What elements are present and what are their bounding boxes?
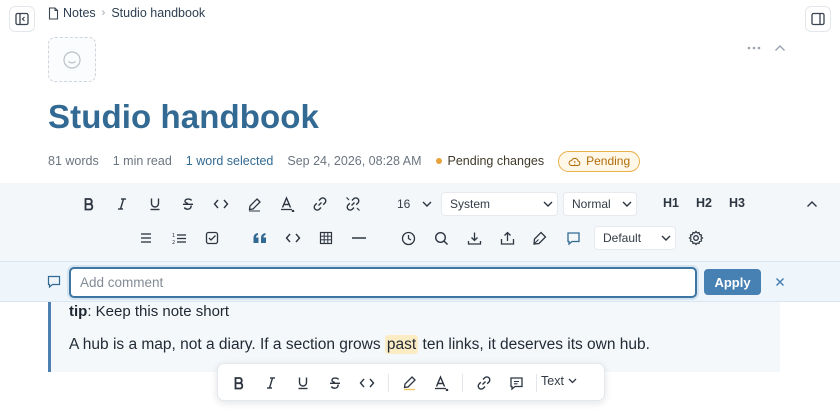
toggle-left-sidebar-button[interactable] [9,6,35,32]
toggle-right-sidebar-button[interactable] [805,6,831,32]
svg-text:2: 2 [172,240,175,245]
svg-text:1: 1 [172,233,175,239]
tip-text: : Keep this note short [87,303,230,320]
paragraph-text-before: A hub is a map, not a diary. If a sectio… [69,336,385,353]
comment-icon[interactable] [560,225,586,251]
text-color-icon[interactable] [274,191,300,217]
paragraph-style-select[interactable]: Normal [563,192,637,216]
heading-2-button[interactable]: H2 [696,196,712,210]
page-title[interactable]: Studio handbook [48,98,319,136]
word-count: 81 words [48,154,99,168]
underline-icon[interactable] [142,191,168,217]
download-icon[interactable] [461,225,487,251]
comment-bar: Apply [0,261,840,302]
theme-select[interactable]: Default [594,226,676,250]
blockquote-icon[interactable] [247,225,273,251]
toolbar-divider [536,374,537,392]
chevron-down-icon [568,378,577,384]
text-type-label: Text [541,374,564,388]
pending-badge-label: Pending [586,154,631,168]
bold-icon[interactable] [226,370,252,396]
breadcrumb: Notes › Studio handbook [48,4,205,22]
emoji-picker-button[interactable] [48,37,96,82]
strikethrough-icon[interactable] [175,191,201,217]
chevron-down-icon [543,201,553,207]
status-dot [435,158,442,164]
cloud-warning-icon [568,157,581,166]
last-edited-timestamp: Sep 24, 2026, 08:28 AM [287,154,422,168]
paragraph[interactable]: A hub is a map, not a diary. If a sectio… [69,335,650,354]
chevron-down-icon [422,201,432,207]
pending-changes-label: Pending changes [447,154,545,168]
tip-label: tip [69,303,88,320]
font-family-select[interactable]: System [441,192,558,216]
tip-line: tip: Keep this note short [69,303,229,320]
inline-code-icon[interactable] [208,191,234,217]
selection-count: 1 word selected [185,154,274,168]
italic-icon[interactable] [258,370,284,396]
blockquote[interactable]: tip: Keep this note short A hub is a map… [48,302,780,372]
heading-3-button[interactable]: H3 [729,196,745,210]
floating-format-toolbar: Text [217,363,605,401]
chevron-right-icon: › [101,7,106,19]
text-color-icon[interactable] [428,370,454,396]
highlighter-icon[interactable] [396,370,422,396]
selected-word-highlight[interactable]: past [384,335,419,354]
code-block-icon[interactable] [280,225,306,251]
link-icon[interactable] [307,191,333,217]
inline-code-icon[interactable] [354,370,380,396]
table-icon[interactable] [313,225,339,251]
formatting-toolbar: 16 System Normal H1 H2 H3 12 Default [0,183,840,261]
share-upload-icon[interactable] [494,225,520,251]
settings-gear-icon[interactable] [683,225,709,251]
strikethrough-icon[interactable] [322,370,348,396]
unlink-icon[interactable] [340,191,366,217]
toolbar-divider [462,374,463,392]
more-options-icon[interactable] [746,40,762,56]
sidebar-right-icon [811,12,825,26]
underline-icon[interactable] [290,370,316,396]
theme-value: Default [603,231,642,245]
smiley-icon [63,50,81,69]
font-size-value: 16 [397,197,411,211]
apply-comment-button[interactable]: Apply [704,269,761,295]
document-icon [48,6,59,20]
sidebar-left-icon [15,12,29,26]
collapse-up-icon[interactable] [772,40,788,56]
read-time: 1 min read [112,154,172,168]
font-family-value: System [450,197,491,211]
draw-pen-icon[interactable] [527,225,553,251]
horizontal-rule-icon[interactable] [346,225,372,251]
link-icon[interactable] [471,370,497,396]
pending-changes-indicator: Pending changes [435,154,545,168]
breadcrumb-notes[interactable]: Notes [48,6,96,20]
chevron-down-icon [661,235,671,241]
history-clock-icon[interactable] [395,225,421,251]
close-icon[interactable] [773,275,787,289]
comment-bubble-icon [46,274,62,290]
comment-input[interactable] [69,267,697,298]
highlighter-icon[interactable] [241,191,267,217]
italic-icon[interactable] [109,191,135,217]
breadcrumb-notes-label: Notes [63,6,96,20]
pending-status-badge[interactable]: Pending [558,150,641,172]
add-comment-icon[interactable] [503,370,529,396]
collapse-toolbar-icon[interactable] [799,191,825,217]
note-metadata: 81 words 1 min read 1 word selected Sep … [48,150,654,172]
paragraph-text-after: ten links, it deserves its own hub. [418,336,650,353]
numbered-list-icon[interactable]: 12 [166,225,192,251]
heading-1-button[interactable]: H1 [663,196,679,210]
checklist-icon[interactable] [199,225,225,251]
chevron-down-icon [622,201,632,207]
bold-icon[interactable] [76,191,102,217]
breadcrumb-current[interactable]: Studio handbook [111,6,205,20]
toolbar-divider [388,374,389,392]
text-type-dropdown[interactable]: Text [541,374,577,388]
font-size-select[interactable]: 16 [388,192,437,216]
paragraph-style-value: Normal [572,197,611,211]
bullet-list-icon[interactable] [133,225,159,251]
search-icon[interactable] [428,225,454,251]
